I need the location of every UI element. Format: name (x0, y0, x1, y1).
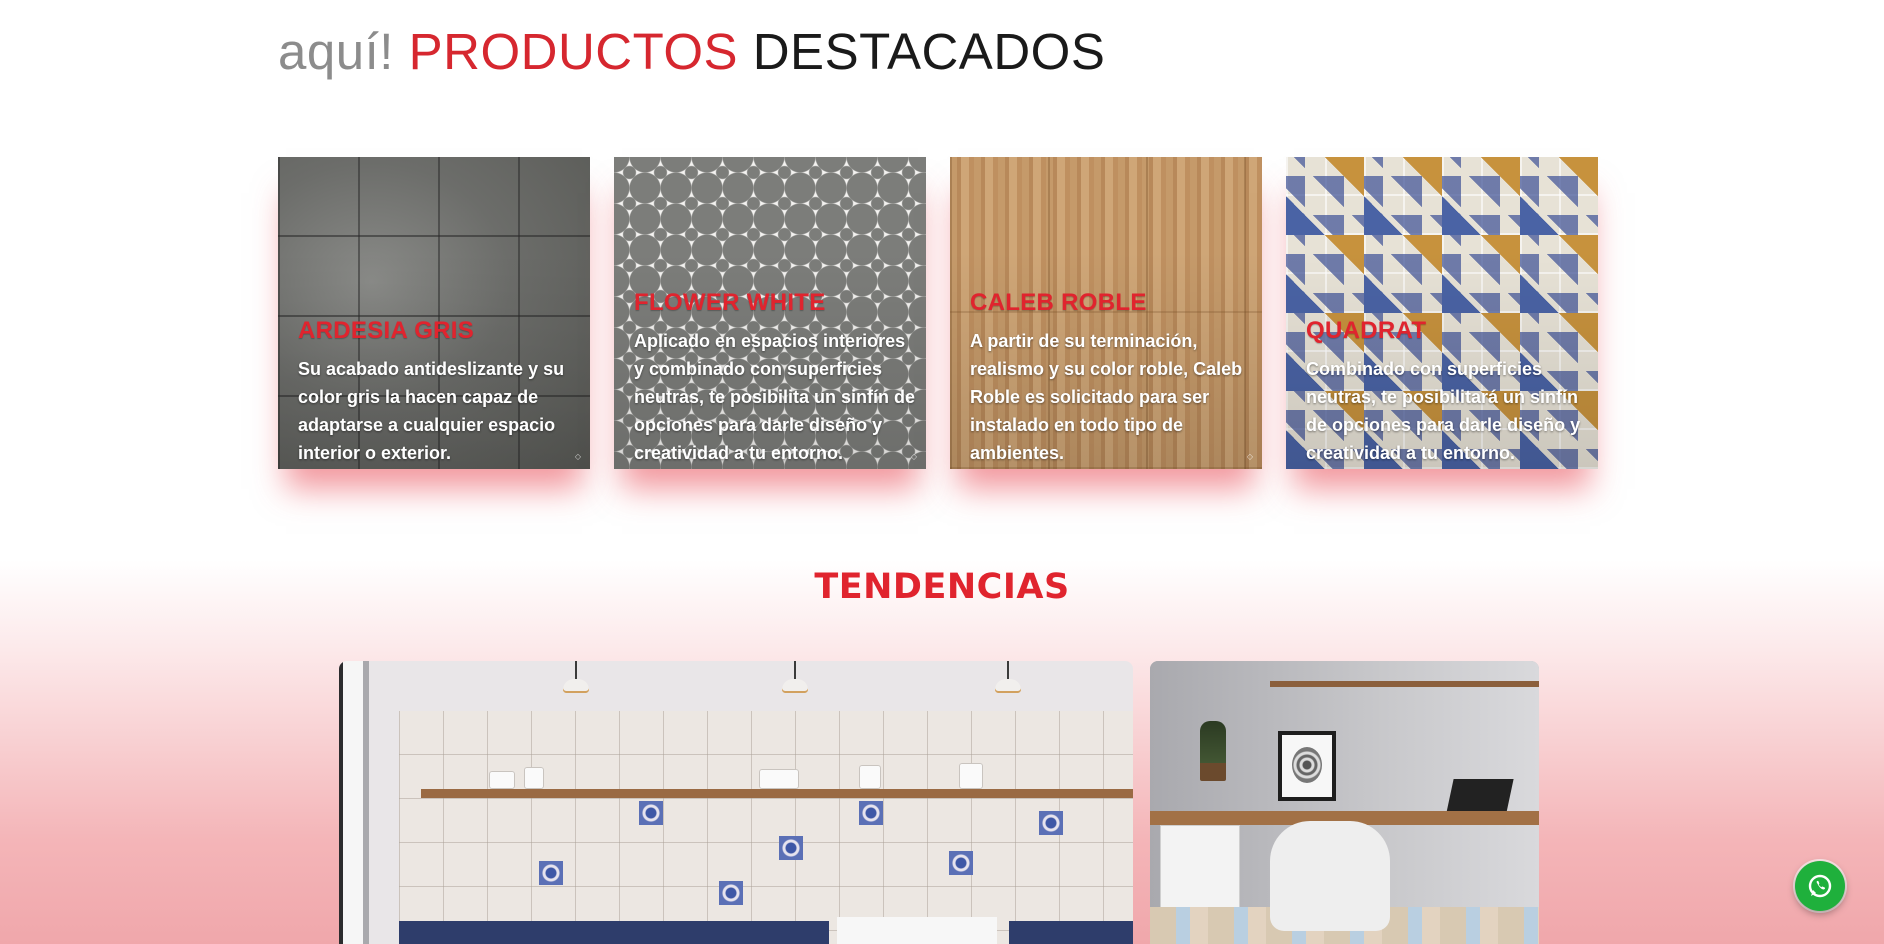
product-card-quadrat[interactable]: QUADRAT Combinado con superficies neutra… (1286, 157, 1598, 469)
tendencias-heading: TENDENCIAS (814, 567, 1070, 607)
product-description: A partir de su terminación, realismo y s… (970, 331, 1243, 463)
product-description: Su acabado antideslizante y su color gri… (298, 359, 565, 463)
product-card-flower-white[interactable]: FLOWER WHITE Aplicado en espacios interi… (614, 157, 926, 469)
product-card-body: CALEB ROBLE A partir de su terminación, … (970, 289, 1256, 467)
tendencias-image-office[interactable] (1150, 661, 1539, 944)
heading-word-here: aquí! (278, 23, 394, 80)
brand-watermark-icon: ◇ (1246, 452, 1254, 461)
whatsapp-button[interactable] (1795, 861, 1845, 911)
tendencias-image-kitchen[interactable] (339, 661, 1133, 944)
product-card-body: ARDESIA GRIS Su acabado antideslizante y… (298, 317, 584, 467)
product-card-body: QUADRAT Combinado con superficies neutra… (1306, 317, 1592, 467)
brand-watermark-icon: ◇ (574, 452, 582, 461)
featured-products-grid: ARDESIA GRIS Su acabado antideslizante y… (278, 157, 1600, 469)
heading-word-products: PRODUCTOS (408, 23, 739, 80)
product-card-body: FLOWER WHITE Aplicado en espacios interi… (634, 289, 920, 467)
product-title: ARDESIA GRIS (298, 317, 475, 344)
featured-products-heading: aquí! PRODUCTOS DESTACADOS (278, 22, 1105, 81)
product-title: QUADRAT (1306, 317, 1427, 344)
product-card-ardesia-gris[interactable]: ARDESIA GRIS Su acabado antideslizante y… (278, 157, 590, 469)
brand-watermark-icon: ◇ (910, 452, 918, 461)
product-description: Combinado con superficies neutras, te po… (1306, 359, 1581, 463)
product-card-caleb-roble[interactable]: CALEB ROBLE A partir de su terminación, … (950, 157, 1262, 469)
whatsapp-icon (1808, 874, 1832, 898)
product-description: Aplicado en espacios interiores y combin… (634, 331, 916, 463)
product-title: CALEB ROBLE (970, 289, 1147, 316)
product-title: FLOWER WHITE (634, 289, 826, 316)
heading-word-featured: DESTACADOS (752, 23, 1106, 80)
